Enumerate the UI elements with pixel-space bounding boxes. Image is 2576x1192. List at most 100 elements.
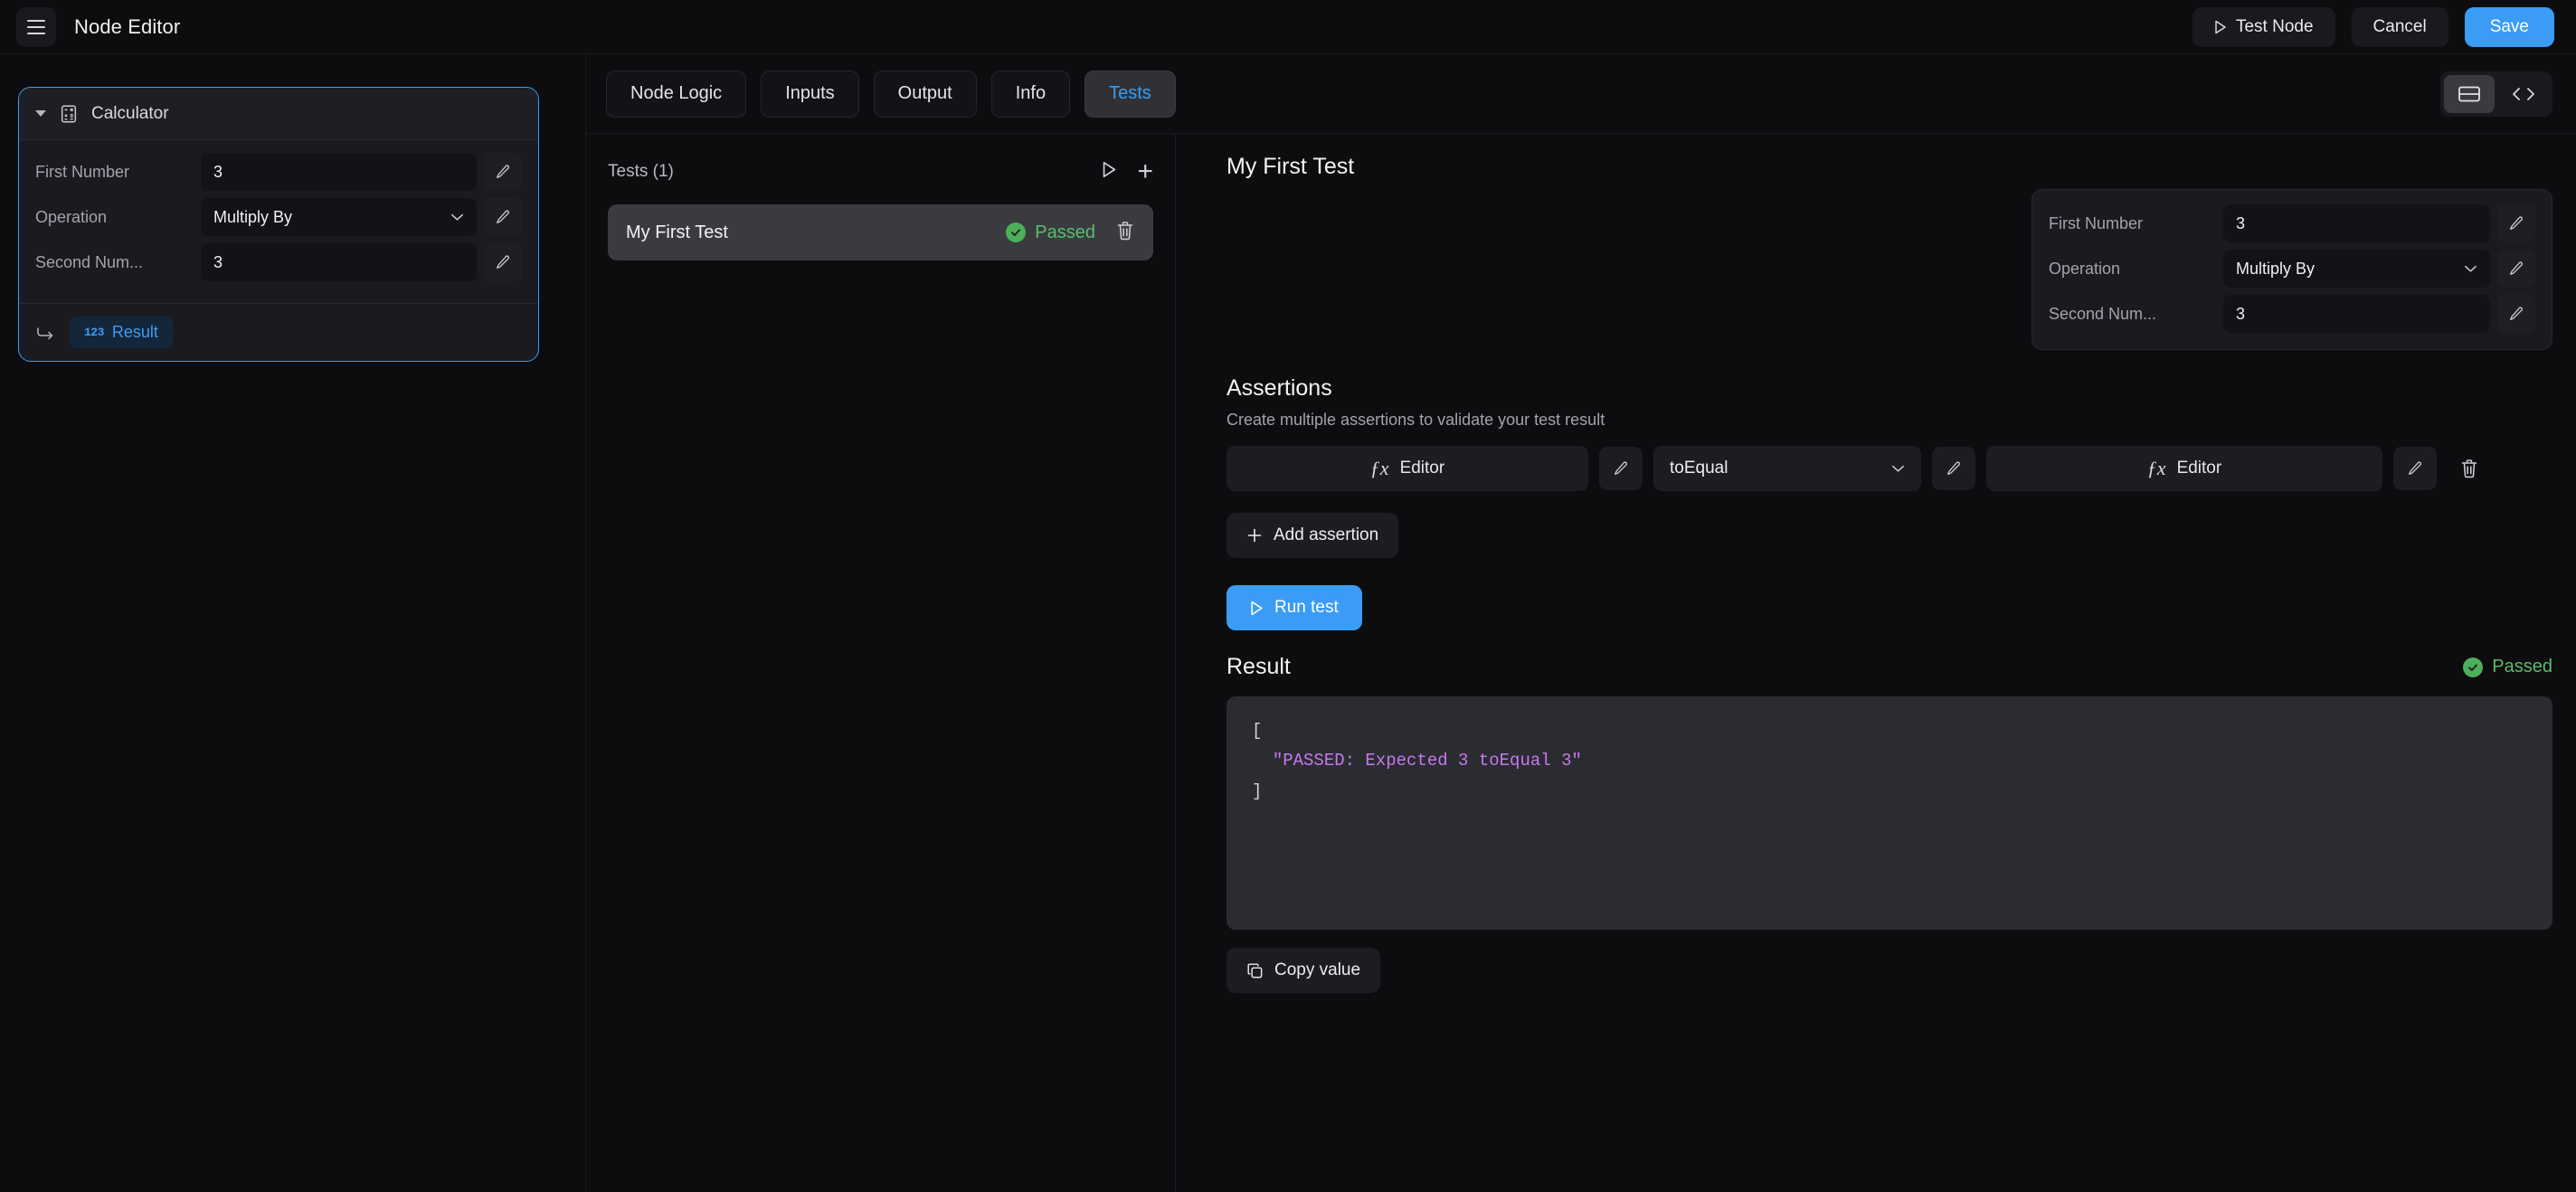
copy-value-label: Copy value (1274, 960, 1361, 979)
add-assertion-label: Add assertion (1274, 525, 1379, 544)
result-title: Result (1226, 654, 1291, 679)
edit-operation-button[interactable] (484, 198, 522, 236)
number-type-icon: 123 (84, 326, 104, 339)
tests-content: Tests (1) + My First Test Passed My Firs… (586, 134, 2576, 1192)
test-detail-title: My First Test (1226, 154, 1355, 179)
top-bar: Node Editor Test Node Cancel Save (0, 0, 2576, 54)
tests-list-actions: + (1102, 158, 1153, 185)
assertion-right-label: Editor (2176, 459, 2222, 478)
view-toggle-group (2440, 71, 2552, 117)
assertions-subtitle: Create multiple assertions to validate y… (1226, 411, 1605, 429)
chevron-down-icon[interactable] (35, 110, 46, 117)
tab-bar: Node Logic Inputs Output Info Tests (586, 54, 2576, 134)
result-status-badge: Passed (2463, 657, 2552, 677)
node-canvas[interactable]: Calculator First Number 3 Operation Mult (0, 54, 586, 1192)
calculator-node[interactable]: Calculator First Number 3 Operation Mult (18, 87, 539, 362)
tab-inputs[interactable]: Inputs (761, 70, 859, 118)
assertion-right-expression[interactable]: ƒx Editor (1986, 446, 2382, 491)
test-node-label: Test Node (2235, 16, 2314, 36)
test-node-button[interactable]: Test Node (2192, 6, 2335, 47)
pencil-icon (497, 210, 509, 223)
play-icon (2214, 20, 2227, 34)
test-list-item[interactable]: My First Test Passed (608, 204, 1153, 260)
edit-test-first-number-button[interactable] (2497, 204, 2535, 242)
edit-operator-button[interactable] (1932, 447, 1975, 490)
test-second-number-input[interactable]: 3 (2223, 295, 2490, 333)
code-result-string: "PASSED: Expected 3 toEqual 3" (1272, 751, 1582, 771)
top-bar-actions: Test Node Cancel Save (2192, 6, 2554, 47)
edit-test-operation-button[interactable] (2497, 250, 2535, 288)
test-field-first-number: First Number 3 (2049, 204, 2535, 242)
test-first-number-input[interactable]: 3 (2223, 204, 2490, 242)
output-arrow-icon (37, 326, 53, 339)
result-header: Result Passed (1226, 654, 2552, 680)
node-field-first-number: First Number 3 (35, 153, 522, 191)
node-field-second-number: Second Num... 3 (35, 243, 522, 281)
status-label: Passed (1035, 222, 1095, 242)
function-icon: ƒx (2146, 457, 2166, 479)
delete-test-button[interactable] (1115, 220, 1135, 246)
copy-icon (1247, 962, 1263, 978)
pencil-icon (2510, 216, 2523, 230)
pencil-icon (497, 255, 509, 269)
edit-second-number-button[interactable] (484, 243, 522, 281)
pencil-icon (1947, 461, 1960, 475)
add-assertion-button[interactable]: Add assertion (1226, 513, 1399, 558)
node-output-label: Result (111, 323, 158, 341)
trash-icon (2461, 459, 2477, 478)
field-label: Operation (35, 207, 108, 226)
field-label: First Number (35, 162, 130, 181)
result-code-block[interactable]: [ "PASSED: Expected 3 toEqual 3" ] (1226, 696, 2552, 930)
field-label: Second Num... (2049, 304, 2157, 323)
calculator-icon (59, 104, 79, 124)
edit-first-number-button[interactable] (484, 153, 522, 191)
chevron-down-icon (451, 213, 463, 221)
result-status-label: Passed (2492, 657, 2552, 676)
tests-count-label: Tests (1) (608, 162, 674, 181)
add-test-button[interactable]: + (1137, 158, 1153, 185)
cancel-button[interactable]: Cancel (2351, 6, 2448, 47)
run-all-tests-button[interactable] (1102, 161, 1117, 183)
edit-right-expression-button[interactable] (2393, 447, 2437, 490)
main-area: Node Logic Inputs Output Info Tests Test… (586, 54, 2576, 1192)
run-test-button[interactable]: Run test (1226, 585, 1362, 630)
trash-icon (1117, 221, 1133, 240)
assertion-left-expression[interactable]: ƒx Editor (1226, 446, 1588, 491)
second-number-input[interactable]: 3 (201, 243, 477, 281)
save-button[interactable]: Save (2464, 6, 2554, 47)
node-output-result[interactable]: 123 Result (70, 317, 173, 348)
operation-select[interactable]: Multiply By (201, 198, 477, 236)
assertion-operator-select[interactable]: toEqual (1653, 446, 1921, 491)
pencil-icon (2510, 261, 2523, 275)
check-circle-icon (2463, 657, 2484, 677)
tab-output[interactable]: Output (873, 70, 977, 118)
test-operation-select[interactable]: Multiply By (2223, 250, 2490, 288)
edit-test-second-number-button[interactable] (2497, 295, 2535, 333)
tab-info[interactable]: Info (990, 70, 1071, 118)
run-test-label: Run test (1274, 598, 1339, 617)
body: Calculator First Number 3 Operation Mult (0, 54, 2576, 1192)
assertions-title: Assertions (1226, 375, 1332, 401)
split-view-icon[interactable] (2444, 74, 2495, 113)
node-header: Calculator (19, 88, 538, 140)
play-icon (1103, 161, 1116, 178)
first-number-input[interactable]: 3 (201, 153, 477, 191)
edit-left-expression-button[interactable] (1599, 447, 1643, 490)
pencil-icon (2510, 307, 2523, 320)
play-icon (1251, 601, 1263, 615)
test-inputs-card: First Number 3 Operation Multiply By Sec… (2031, 189, 2552, 350)
field-label: Second Num... (35, 252, 144, 271)
copy-value-button[interactable]: Copy value (1226, 948, 1381, 993)
check-circle-icon (1006, 222, 1027, 242)
tests-list-header: Tests (1) + (608, 154, 1153, 190)
test-field-second-number: Second Num... 3 (2049, 295, 2535, 333)
code-view-icon[interactable] (2498, 75, 2549, 113)
tab-node-logic[interactable]: Node Logic (606, 70, 747, 118)
delete-assertion-button[interactable] (2448, 447, 2491, 490)
field-label: First Number (2049, 213, 2144, 232)
tab-tests[interactable]: Tests (1084, 70, 1176, 118)
test-detail-panel: My First Test First Number 3 Operation M… (1176, 134, 2576, 1192)
status-badge: Passed (1006, 222, 1095, 243)
field-label: Operation (2049, 259, 2121, 278)
hamburger-icon[interactable] (16, 6, 56, 47)
